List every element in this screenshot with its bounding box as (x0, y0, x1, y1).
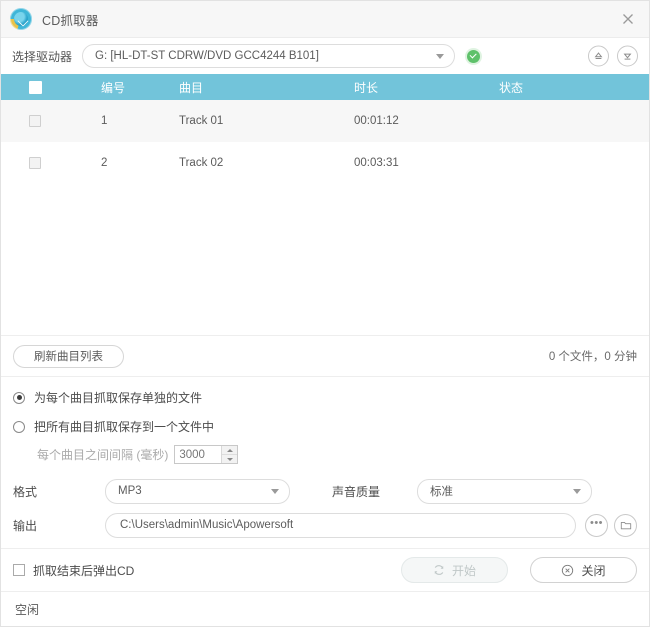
table-row[interactable]: 2 Track 02 00:03:31 (1, 142, 649, 184)
tray-controls (588, 45, 638, 67)
column-header-status: 状态 (499, 80, 524, 95)
track-table-header: 编号 曲目 时长 状态 (1, 74, 649, 100)
start-button[interactable]: 开始 (401, 557, 508, 583)
close-tray-icon (623, 53, 632, 60)
cell-title: Track 01 (179, 115, 224, 127)
close-button[interactable]: 关闭 (530, 557, 637, 583)
status-bar: 空闲 (1, 591, 649, 626)
radio-separate-files-label: 为每个曲目抓取保存单独的文件 (34, 391, 203, 405)
format-select[interactable]: MP3 (105, 478, 290, 504)
format-label: 格式 (13, 484, 38, 499)
track-gap-label: 每个曲目之间间隔 (毫秒) (37, 448, 169, 462)
row-checkbox[interactable] (29, 157, 41, 169)
primary-actions: 开始 关闭 (401, 557, 637, 583)
column-header-title: 曲目 (179, 80, 204, 95)
cd-ripper-window: CD抓取器 选择驱动器 G: [HL-DT-ST CDRW/DVD GCC424… (0, 0, 650, 627)
chevron-down-icon (271, 489, 279, 494)
cd-ripper-logo-icon (10, 8, 32, 30)
action-bar: 抓取结束后弹出CD 开始 关闭 (1, 548, 649, 591)
green-check-icon (467, 49, 481, 63)
output-label: 输出 (13, 518, 38, 533)
refresh-track-list-button[interactable]: 刷新曲目列表 (13, 344, 124, 368)
drive-select-value: G: [HL-DT-ST CDRW/DVD GCC4244 B101] (95, 50, 319, 62)
radio-single-file-label: 把所有曲目抓取保存到一个文件中 (34, 420, 215, 434)
output-path-actions: ••• (585, 513, 637, 537)
column-header-duration: 时长 (354, 80, 379, 95)
browse-output-button[interactable]: ••• (585, 513, 608, 537)
stepper-arrows (221, 446, 238, 463)
cell-duration: 00:03:31 (354, 157, 399, 169)
open-output-folder-button[interactable] (614, 513, 637, 537)
window-title: CD抓取器 (42, 13, 99, 28)
start-button-label: 开始 (451, 563, 476, 578)
radio-single-file[interactable]: 把所有曲目抓取保存到一个文件中 (13, 418, 649, 435)
track-gap-input[interactable] (175, 446, 222, 463)
save-mode-options: 为每个曲目抓取保存单独的文件 把所有曲目抓取保存到一个文件中 每个曲目之间间隔 … (1, 377, 649, 474)
quality-label: 声音质量 (332, 484, 381, 499)
eject-after-rip-checkbox[interactable] (13, 564, 25, 576)
close-tray-button[interactable] (617, 45, 638, 67)
output-row: 输出 C:\Users\admin\Music\Apowersoft ••• (1, 508, 649, 542)
drive-selector-row: 选择驱动器 G: [HL-DT-ST CDRW/DVD GCC4244 B101… (1, 38, 649, 74)
refresh-arrows-icon (434, 565, 444, 575)
track-gap-row: 每个曲目之间间隔 (毫秒) (13, 445, 649, 464)
column-header-no: 编号 (101, 80, 126, 95)
folder-open-icon (620, 522, 631, 530)
format-row: 格式 MP3 声音质量 标准 (1, 474, 649, 508)
drive-select-label: 选择驱动器 (12, 49, 73, 64)
row-select-cell (1, 115, 69, 127)
cell-title: Track 02 (179, 157, 224, 169)
caret-up-icon (226, 448, 233, 452)
table-row[interactable]: 1 Track 01 00:01:12 (1, 100, 649, 142)
caret-down-icon (226, 457, 233, 461)
radio-separate-files-indicator (13, 391, 25, 404)
quality-select-value: 标准 (430, 486, 454, 498)
file-count-summary: 0 个文件，0 分钟 (548, 351, 637, 363)
stepper-down-button[interactable] (222, 455, 237, 463)
eject-icon (594, 52, 603, 59)
select-all-cell (1, 80, 69, 94)
status-text: 空闲 (15, 602, 40, 617)
format-select-value: MP3 (118, 485, 142, 497)
track-table-body: 1 Track 01 00:01:12 2 Track 02 00:03:31 (1, 100, 649, 336)
select-all-checkbox[interactable] (28, 80, 42, 94)
radio-separate-files[interactable]: 为每个曲目抓取保存单独的文件 (13, 389, 649, 406)
close-button-label: 关闭 (581, 563, 606, 578)
row-select-cell (1, 157, 69, 169)
cell-duration: 00:01:12 (354, 115, 399, 127)
row-checkbox[interactable] (29, 115, 41, 127)
chevron-down-icon (573, 489, 582, 494)
stepper-up-button[interactable] (222, 446, 238, 455)
quality-select[interactable]: 标准 (417, 478, 593, 504)
output-path-value: C:\Users\admin\Music\Apowersoft (120, 519, 294, 531)
cell-no: 1 (101, 115, 108, 127)
circle-x-icon (562, 564, 574, 576)
drive-select[interactable]: G: [HL-DT-ST CDRW/DVD GCC4244 B101] (82, 44, 456, 68)
window-close-button[interactable] (607, 1, 649, 36)
chevron-down-icon (436, 54, 445, 59)
radio-single-file-indicator (13, 420, 25, 433)
title-bar: CD抓取器 (1, 1, 649, 38)
eject-after-rip-checkbox-row[interactable]: 抓取结束后弹出CD (13, 562, 134, 579)
ellipsis-icon: ••• (589, 516, 604, 529)
close-icon (623, 13, 633, 24)
eject-button[interactable] (588, 45, 609, 67)
eject-after-rip-label: 抓取结束后弹出CD (33, 563, 135, 578)
cell-no: 2 (101, 157, 108, 169)
output-path-input[interactable]: C:\Users\admin\Music\Apowersoft (105, 512, 576, 538)
refresh-toolbar: 刷新曲目列表 0 个文件，0 分钟 (1, 336, 649, 377)
track-gap-stepper[interactable] (174, 445, 239, 464)
